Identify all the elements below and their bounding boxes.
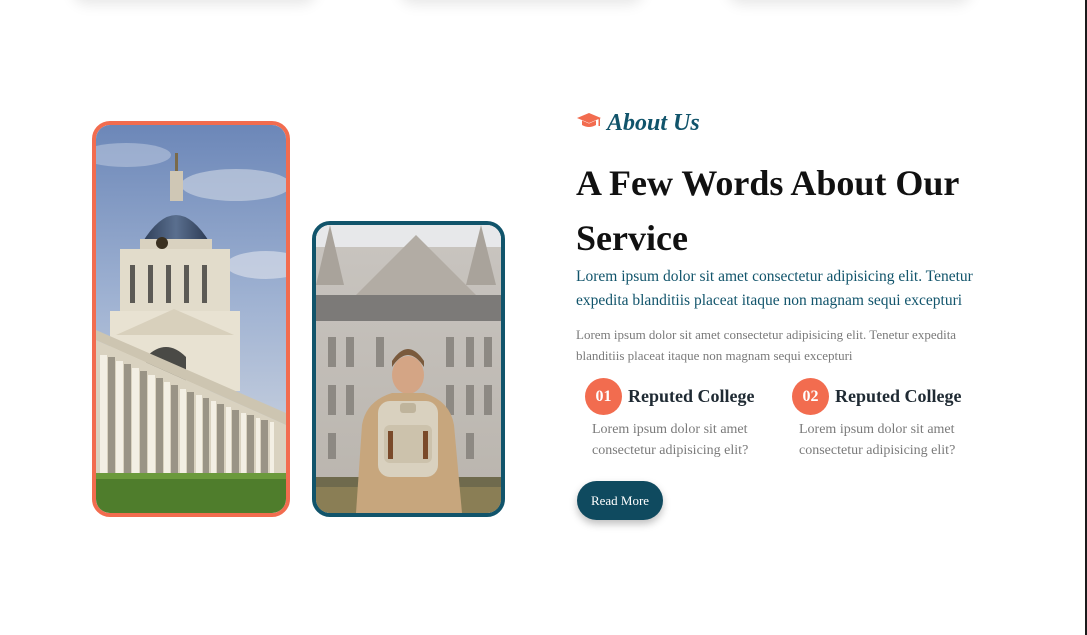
feature-number-badge: 01 bbox=[585, 378, 622, 415]
feature-header: 01 Reputed College bbox=[585, 378, 785, 415]
lead-paragraph: Lorem ipsum dolor sit amet consectetur a… bbox=[576, 268, 973, 309]
feature-number-badge: 02 bbox=[792, 378, 829, 415]
section-eyebrow: About Us bbox=[577, 110, 700, 137]
building-photo bbox=[92, 121, 290, 517]
feature-title: Reputed College bbox=[628, 386, 755, 406]
feature-description: Lorem ipsum dolor sit amet consectetur a… bbox=[592, 422, 749, 458]
feature-title: Reputed College bbox=[835, 386, 962, 406]
graduation-cap-icon bbox=[577, 112, 601, 135]
student-photo bbox=[312, 221, 505, 517]
feature-item: 01 Reputed College Lorem ipsum dolor sit… bbox=[585, 378, 785, 461]
body-paragraph: Lorem ipsum dolor sit amet consectetur a… bbox=[576, 327, 957, 363]
page: About Us A Few Words About Our Service L… bbox=[0, 0, 1087, 635]
section-eyebrow-label: About Us bbox=[607, 110, 700, 136]
section-heading: A Few Words About Our Service bbox=[576, 163, 959, 258]
feature-description: Lorem ipsum dolor sit amet consectetur a… bbox=[799, 422, 956, 458]
read-more-button[interactable]: Read More bbox=[577, 481, 663, 520]
feature-header: 02 Reputed College bbox=[792, 378, 992, 415]
feature-item: 02 Reputed College Lorem ipsum dolor sit… bbox=[792, 378, 992, 461]
